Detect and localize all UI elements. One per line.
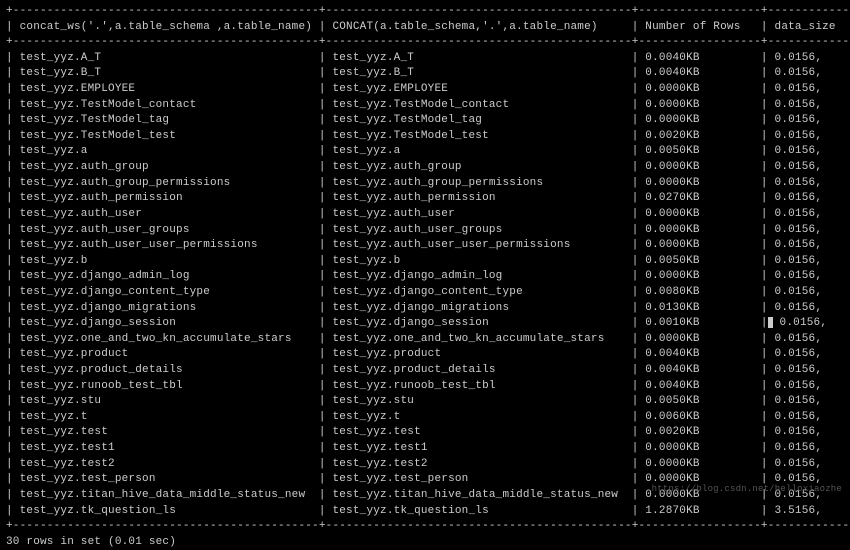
table-row: | test_yyz.auth_user_user_permissions | … xyxy=(6,238,844,254)
result-footer: 30 rows in set (0.01 sec) xyxy=(6,535,844,550)
table-row: | test_yyz.auth_user_groups | test_yyz.a… xyxy=(6,223,844,239)
separator-middle: +---------------------------------------… xyxy=(6,35,844,51)
table-row: | test_yyz.product | test_yyz.product | … xyxy=(6,347,844,363)
table-row: | test_yyz.django_session | test_yyz.dja… xyxy=(6,316,844,332)
table-row: | test_yyz.test2 | test_yyz.test2 | 0.00… xyxy=(6,457,844,473)
separator-bottom: +---------------------------------------… xyxy=(6,519,844,535)
table-row: | test_yyz.test | test_yyz.test | 0.0020… xyxy=(6,425,844,441)
table-body: | test_yyz.A_T | test_yyz.A_T | 0.0040KB… xyxy=(6,51,844,519)
table-row: | test_yyz.auth_group_permissions | test… xyxy=(6,176,844,192)
table-row: | test_yyz.django_content_type | test_yy… xyxy=(6,285,844,301)
table-row: | test_yyz.test1 | test_yyz.test1 | 0.00… xyxy=(6,441,844,457)
table-row: | test_yyz.TestModel_test | test_yyz.Tes… xyxy=(6,129,844,145)
separator-top: +---------------------------------------… xyxy=(6,4,844,20)
table-row: | test_yyz.TestModel_tag | test_yyz.Test… xyxy=(6,113,844,129)
table-row: | test_yyz.django_admin_log | test_yyz.d… xyxy=(6,269,844,285)
table-row: | test_yyz.b | test_yyz.b | 0.0050KB | 0… xyxy=(6,254,844,270)
table-row: | test_yyz.auth_group | test_yyz.auth_gr… xyxy=(6,160,844,176)
table-row: | test_yyz.t | test_yyz.t | 0.0060KB | 0… xyxy=(6,410,844,426)
table-row: | test_yyz.B_T | test_yyz.B_T | 0.0040KB… xyxy=(6,66,844,82)
watermark: https://blog.csdn.net/helloxiaozhe xyxy=(652,483,842,496)
table-row: | test_yyz.stu | test_yyz.stu | 0.0050KB… xyxy=(6,394,844,410)
table-row: | test_yyz.EMPLOYEE | test_yyz.EMPLOYEE … xyxy=(6,82,844,98)
table-row: | test_yyz.TestModel_contact | test_yyz.… xyxy=(6,98,844,114)
table-row: | test_yyz.django_migrations | test_yyz.… xyxy=(6,301,844,317)
table-row: | test_yyz.A_T | test_yyz.A_T | 0.0040KB… xyxy=(6,51,844,67)
text-cursor xyxy=(768,317,773,328)
table-row: | test_yyz.auth_permission | test_yyz.au… xyxy=(6,191,844,207)
table-row: | test_yyz.auth_user | test_yyz.auth_use… xyxy=(6,207,844,223)
table-row: | test_yyz.tk_question_ls | test_yyz.tk_… xyxy=(6,504,844,520)
table-row: | test_yyz.product_details | test_yyz.pr… xyxy=(6,363,844,379)
table-row: | test_yyz.one_and_two_kn_accumulate_sta… xyxy=(6,332,844,348)
header-row: | concat_ws('.',a.table_schema ,a.table_… xyxy=(6,20,844,36)
table-row: | test_yyz.a | test_yyz.a | 0.0050KB | 0… xyxy=(6,144,844,160)
table-row: | test_yyz.runoob_test_tbl | test_yyz.ru… xyxy=(6,379,844,395)
